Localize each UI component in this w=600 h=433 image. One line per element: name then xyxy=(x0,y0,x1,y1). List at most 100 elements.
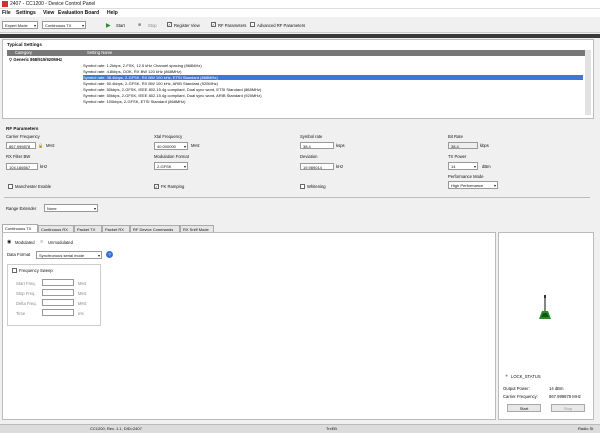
menu-file[interactable]: File xyxy=(2,10,11,16)
rf-parameters-checkbox[interactable]: ✓ xyxy=(211,22,216,27)
toolbar: Expert Mode Continuous TX ▶ Start ■ Stop… xyxy=(0,18,600,33)
start-button[interactable]: Start xyxy=(116,23,125,28)
list-item[interactable]: Symbol rate: 1.2kbps, 2-FSK, 12.5 kHz Ch… xyxy=(83,63,583,68)
menu-settings[interactable]: Settings xyxy=(16,10,36,16)
list-item[interactable]: Symbol rate: 50.4kbps, 2-GFSK, RX BW 100… xyxy=(83,81,583,86)
frequency-sweep-checkbox[interactable] xyxy=(12,268,17,273)
tx-power-unit: dBm xyxy=(482,164,491,169)
rf-parameters-title: RF Parameters xyxy=(6,126,39,131)
tx-power-select[interactable]: 14 xyxy=(448,162,478,171)
tx-mode-select[interactable]: Continuous TX xyxy=(42,21,86,30)
stop-button[interactable]: Stop xyxy=(148,23,157,28)
data-format-select[interactable]: Synchronous serial mode xyxy=(36,251,102,260)
menu-evaluation-board[interactable]: Evaluation Board xyxy=(58,10,99,16)
column-category: Category xyxy=(15,50,32,55)
rf-parameters-panel: RF Parameters Carrier Frequency 867.9998… xyxy=(2,124,594,216)
list-item[interactable]: Symbol rate: 50kbps, 2-GFSK, IEEE 802.15… xyxy=(83,93,583,98)
modulation-format-select[interactable]: 2-GFSK xyxy=(154,162,188,171)
deviation-input[interactable]: 19.989014 xyxy=(300,163,334,170)
carrier-frequency-label: Carrier Frequency xyxy=(6,134,40,139)
start-freq-unit: MHz xyxy=(78,281,87,286)
menu-view[interactable]: View xyxy=(43,10,54,16)
stop-icon: ■ xyxy=(138,22,142,28)
symbol-rate-unit: ksps xyxy=(336,143,345,148)
typical-settings-title: Typical Settings xyxy=(7,42,42,47)
tx-power-label: TX Power xyxy=(448,154,467,159)
symbol-rate-label: Symbol rate xyxy=(300,134,323,139)
symbol-rate-input[interactable]: 38.4 xyxy=(300,142,334,149)
list-item[interactable]: Symbol rate: 4.8kbps, OOK, RX BW 120 kHz… xyxy=(83,69,583,74)
menu-help[interactable]: Help xyxy=(107,10,118,16)
advanced-rf-label: Advanced RF Parameters xyxy=(257,23,306,28)
xtal-frequency-select[interactable]: 40.000000 xyxy=(154,142,188,151)
xtal-frequency-unit: MHz xyxy=(191,143,200,148)
tab-continuous-tx[interactable]: Continuous TX xyxy=(2,224,38,232)
whitening-checkbox[interactable] xyxy=(300,184,305,189)
register-view-checkbox[interactable]: ✓ xyxy=(167,22,172,27)
lock-icon[interactable]: 🔒 xyxy=(38,143,43,149)
list-item[interactable]: Symbol rate: 50kbps, 2-GFSK, IEEE 802.15… xyxy=(83,87,583,92)
tab-packet-rx[interactable]: Packet RX xyxy=(102,225,130,232)
fk-ramping-checkbox[interactable]: ✓ xyxy=(154,184,159,189)
tab-packet-tx[interactable]: Packet TX xyxy=(74,225,102,232)
window-title: 2407 - CC1200 - Device Control Panel xyxy=(10,1,96,7)
bit-rate-label: Bit Rate xyxy=(448,134,463,139)
frequency-sweep-label: Frequency Sweep xyxy=(19,268,53,273)
rx-filter-bw-unit: kHz xyxy=(40,164,48,169)
manchester-enable-checkbox[interactable] xyxy=(8,184,13,189)
typical-settings-header: Category Setting Name xyxy=(7,50,585,56)
rx-filter-bw-input[interactable]: 104.166667 xyxy=(6,163,38,170)
tab-rx-sniff-mode[interactable]: RX Sniff Mode xyxy=(180,225,214,232)
divider xyxy=(4,197,590,198)
carrier-frequency-input[interactable]: 867.999878 xyxy=(6,142,36,149)
data-format-label: Data Format xyxy=(7,252,31,257)
rf-parameters-label: RF Parameters xyxy=(218,23,247,28)
start-freq-input[interactable] xyxy=(42,279,74,286)
mode-select[interactable]: Expert Mode xyxy=(2,21,38,30)
column-setting-name: Setting Name xyxy=(87,50,113,55)
separator-band xyxy=(0,34,600,38)
stop-freq-label: Stop Freq. xyxy=(16,291,36,296)
link-info: TrxEB xyxy=(326,426,337,431)
device-info: CC1200, Rev. 1.1, DID=2407 xyxy=(90,426,142,431)
tab-rf-device-commands[interactable]: RF Device Commands xyxy=(130,225,180,232)
xtal-frequency-label: Xtal Frequency xyxy=(154,134,183,139)
group-generic[interactable]: ▽ Generic 868/915/920MHz xyxy=(9,57,62,62)
time-label: Time xyxy=(16,311,26,316)
title-bar: 2407 - CC1200 - Device Control Panel xyxy=(0,0,600,9)
app-logo-icon xyxy=(2,1,8,7)
output-power-label: Output Power: xyxy=(503,386,530,391)
rx-filter-bw-label: RX Filter BW xyxy=(6,154,31,159)
stop-button[interactable]: Stop xyxy=(551,404,585,412)
tx-status-panel: ● LOCK_STATUS Output Power: 14 dBm Carri… xyxy=(498,232,594,420)
tab-continuous-rx[interactable]: Continuous RX xyxy=(38,225,74,232)
stop-freq-input[interactable] xyxy=(42,289,74,296)
manchester-enable-label: Manchester Enable xyxy=(15,184,52,189)
play-icon: ▶ xyxy=(106,23,111,29)
carrier-frequency-status-label: Carrier Frequency: xyxy=(503,394,538,399)
unmodulated-radio[interactable]: ○ xyxy=(40,239,43,245)
bit-rate-unit: kbps xyxy=(480,143,489,148)
range-extender-select[interactable]: None xyxy=(44,204,98,213)
carrier-frequency-unit: MHz xyxy=(46,143,55,148)
continuous-tx-panel: ◉ Modulated ○ Unmodulated Data Format Sy… xyxy=(2,232,496,420)
time-input[interactable] xyxy=(42,309,74,316)
modulated-label: Modulated xyxy=(15,240,35,245)
range-extender-label: Range Extender xyxy=(6,206,37,211)
unmodulated-label: Unmodulated xyxy=(48,240,73,245)
typical-settings-panel: Typical Settings Category Setting Name ▽… xyxy=(2,39,594,119)
time-unit: ms xyxy=(78,311,84,316)
stop-freq-unit: MHz xyxy=(78,291,87,296)
delta-freq-input[interactable] xyxy=(42,299,74,306)
start-button[interactable]: Start xyxy=(507,404,541,412)
lock-status-indicator-icon: ● xyxy=(505,373,509,379)
modulated-radio[interactable]: ◉ xyxy=(7,239,11,245)
performance-mode-select[interactable]: High Performance xyxy=(448,181,498,190)
advanced-rf-checkbox[interactable] xyxy=(250,22,255,27)
list-item[interactable]: Symbol rate: 100kbps, 2-GFSK, ETSI Stand… xyxy=(83,99,583,104)
lock-status-label: LOCK_STATUS xyxy=(511,374,541,379)
delta-freq-unit: MHz xyxy=(78,301,87,306)
info-icon[interactable]: ? xyxy=(106,251,113,258)
vertical-scrollbar[interactable] xyxy=(585,50,591,115)
list-item-selected[interactable]: Symbol rate: 38.4kbps, 2-GFSK, RX BW 100… xyxy=(83,75,583,80)
